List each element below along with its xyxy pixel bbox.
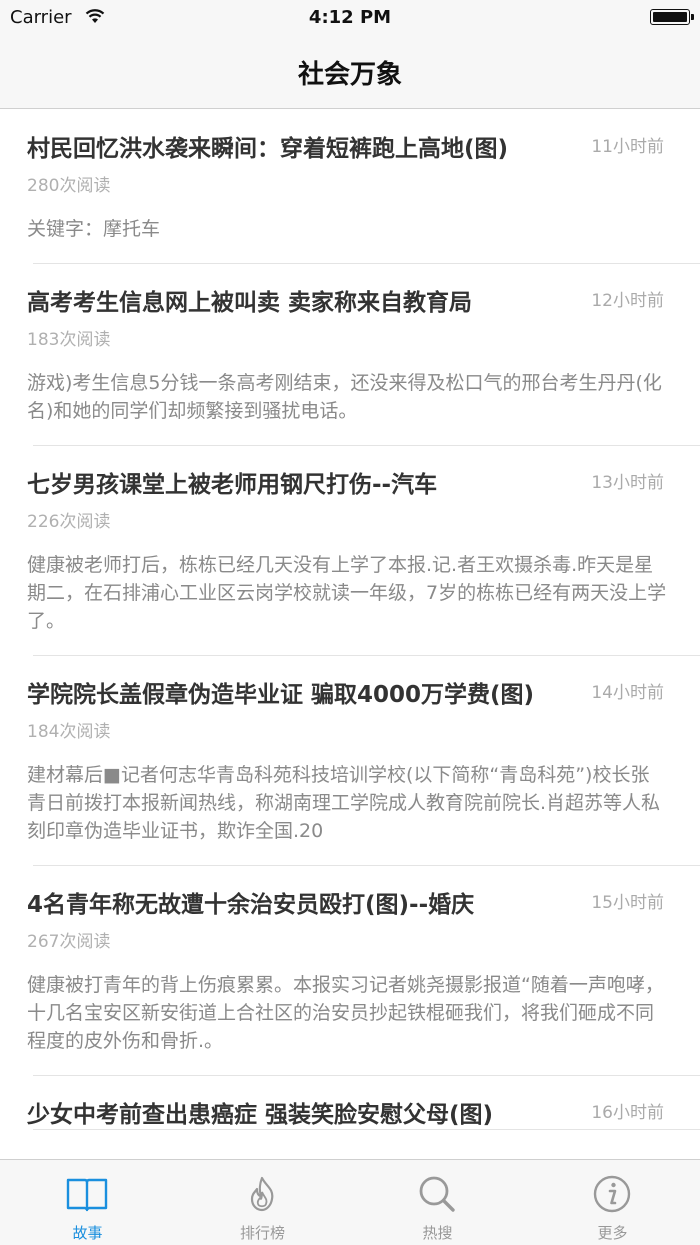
article-summary: 健康被老师打后，栋栋已经几天没有上学了本报.记.者王欢摄杀毒.昨天是星期二，在石… (27, 554, 667, 632)
article-title: 七岁男孩课堂上被老师用钢尺打伤--汽车 (27, 472, 438, 498)
article-read-count: 226次阅读 (27, 512, 111, 532)
article-item[interactable]: 高考考生信息网上被叫卖 卖家称来自教育局 12小时前 183次阅读 游戏)考生信… (0, 263, 700, 446)
info-icon (593, 1175, 631, 1213)
article-title: 少女中考前查出患癌症 强装笑脸安慰父母(图) (27, 1102, 494, 1128)
article-summary: 建材幕后■记者何志华青岛科苑科技培训学校(以下简称“青岛科苑”)校长张青日前拨打… (27, 764, 661, 842)
tab-more[interactable]: 更多 (525, 1160, 700, 1245)
article-title: 4名青年称无故遭十余治安员殴打(图)--婚庆 (27, 892, 475, 918)
article-summary: 游戏)考生信息5分钱一条高考刚结束，还没来得及松口气的邢台考生丹丹(化名)和她的… (27, 372, 662, 422)
article-item[interactable]: 学院院长盖假章伪造毕业证 骗取4000万学费(图) 14小时前 184次阅读 建… (0, 655, 700, 866)
article-time-ago: 15小时前 (591, 893, 664, 913)
page-title: 社会万象 (297, 60, 402, 90)
top-bar: Carrier 4:12 PM 社会万象 (0, 0, 700, 109)
article-item[interactable]: 七岁男孩课堂上被老师用钢尺打伤--汽车 13小时前 226次阅读 健康被老师打后… (0, 445, 700, 656)
tab-label: 排行榜 (239, 1224, 285, 1242)
status-time: 4:12 PM (308, 7, 392, 28)
article-time-ago: 16小时前 (591, 1103, 664, 1123)
article-read-count: 280次阅读 (27, 176, 111, 196)
battery-icon (650, 9, 694, 25)
flame-icon (250, 1176, 274, 1212)
tab-label: 热搜 (422, 1224, 453, 1242)
tab-label: 故事 (72, 1224, 103, 1242)
book-icon (66, 1178, 108, 1212)
article-title: 高考考生信息网上被叫卖 卖家称来自教育局 (27, 290, 473, 316)
article-item[interactable]: 村民回忆洪水袭来瞬间：穿着短裤跑上高地(图) 11小时前 280次阅读 关键字：… (0, 109, 700, 264)
article-list[interactable]: 村民回忆洪水袭来瞬间：穿着短裤跑上高地(图) 11小时前 280次阅读 关键字：… (0, 109, 700, 1159)
tab-bar: 故事 排行榜 热搜 更多 (0, 1159, 700, 1245)
article-read-count: 267次阅读 (27, 932, 111, 952)
article-read-count: 184次阅读 (27, 722, 111, 742)
article-title: 学院院长盖假章伪造毕业证 骗取4000万学费(图) (27, 682, 535, 708)
article-time-ago: 12小时前 (591, 291, 664, 311)
article-time-ago: 11小时前 (591, 137, 664, 157)
article-summary: 关键字：摩托车 (27, 218, 161, 240)
article-title: 村民回忆洪水袭来瞬间：穿着短裤跑上高地(图) (27, 136, 509, 162)
article-time-ago: 13小时前 (591, 473, 664, 493)
article-summary: 健康被打青年的背上伤痕累累。本报实习记者姚尧摄影报道“随着一声咆哮，十几名宝安区… (27, 974, 664, 1052)
status-bar: Carrier 4:12 PM (0, 0, 700, 38)
article-item[interactable]: 少女中考前查出患癌症 强装笑脸安慰父母(图) 16小时前 (0, 1075, 700, 1130)
tab-stories[interactable]: 故事 (0, 1160, 175, 1245)
article-read-count: 183次阅读 (27, 330, 111, 350)
tab-ranking[interactable]: 排行榜 (175, 1160, 350, 1245)
tab-trending-search[interactable]: 热搜 (350, 1160, 525, 1245)
tab-label: 更多 (597, 1224, 628, 1242)
article-item[interactable]: 4名青年称无故遭十余治安员殴打(图)--婚庆 15小时前 267次阅读 健康被打… (0, 865, 700, 1076)
article-time-ago: 14小时前 (591, 683, 664, 703)
search-icon (419, 1176, 455, 1212)
